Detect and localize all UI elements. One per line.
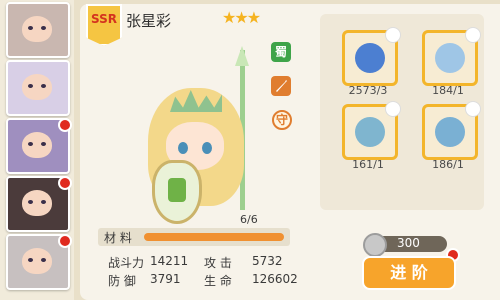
hp-value: 126602 <box>252 272 298 286</box>
materials-label: 材 料 <box>104 231 132 245</box>
hero-character-art <box>130 46 270 224</box>
currency-value: 300 <box>397 236 420 250</box>
power-label: 战斗力 <box>108 256 145 270</box>
materials-count: 6/6 <box>240 213 258 226</box>
hero-portrait-1[interactable] <box>6 2 70 58</box>
equipment-count-2: 184/1 <box>432 84 464 97</box>
advance-button[interactable]: 进 阶 <box>362 256 456 290</box>
portrait-eyes <box>28 258 46 262</box>
portrait-eyes <box>28 200 46 204</box>
sphere-icon <box>355 117 385 147</box>
slot-indicator <box>385 27 401 43</box>
portrait-eyes <box>28 84 46 88</box>
hero-portrait-5[interactable] <box>6 234 72 290</box>
materials-progress-fill <box>144 233 284 241</box>
materials-progress-bar <box>144 233 284 241</box>
slot-indicator <box>385 101 401 117</box>
hero-portrait-3[interactable] <box>6 118 72 174</box>
notification-dot <box>58 234 72 248</box>
rarity-badge: SSR <box>86 4 122 46</box>
shield-icon <box>152 160 202 224</box>
faction-tag[interactable]: 蜀 <box>271 42 291 62</box>
weapon-type-icon[interactable] <box>271 76 291 96</box>
attack-label: 攻 击 <box>204 256 232 270</box>
portrait-eyes <box>28 26 46 30</box>
hero-list-sidebar <box>0 0 74 300</box>
power-value: 14211 <box>150 254 189 268</box>
equipment-count-3: 161/1 <box>352 158 384 171</box>
slot-indicator <box>465 27 481 43</box>
hero-portrait-4[interactable] <box>6 176 72 232</box>
hp-label: 生 命 <box>204 274 232 288</box>
equipment-slot-4[interactable] <box>422 101 481 160</box>
notification-dot <box>58 118 72 132</box>
notification-dot <box>58 176 72 190</box>
equipment-count-4: 186/1 <box>432 158 464 171</box>
silver-coin-icon <box>363 233 387 257</box>
star-rating: ★★★ <box>222 8 261 27</box>
hero-portrait-2[interactable] <box>6 60 70 116</box>
crescent-moon-icon <box>435 117 465 147</box>
hero-eye-right <box>202 142 212 154</box>
defense-label: 防 御 <box>108 274 136 288</box>
snowflake-icon <box>435 43 465 73</box>
slot-indicator <box>465 101 481 117</box>
equipment-slot-1[interactable] <box>342 27 401 86</box>
materials-row: 材 料 6/6 <box>98 213 290 246</box>
portrait-eyes <box>28 142 46 146</box>
defense-value: 3791 <box>150 272 181 286</box>
equipment-slot-3[interactable] <box>342 101 401 160</box>
attack-value: 5732 <box>252 254 283 268</box>
role-tag[interactable]: 守 <box>272 110 292 130</box>
equipment-slot-2[interactable] <box>422 27 481 86</box>
potion-icon <box>355 43 385 73</box>
hero-eye-left <box>178 142 188 154</box>
sword-icon <box>276 80 287 92</box>
currency-display: 300 <box>363 233 447 257</box>
hero-name: 张星彩 <box>126 12 172 30</box>
equipment-count-1: 2573/3 <box>348 84 388 97</box>
